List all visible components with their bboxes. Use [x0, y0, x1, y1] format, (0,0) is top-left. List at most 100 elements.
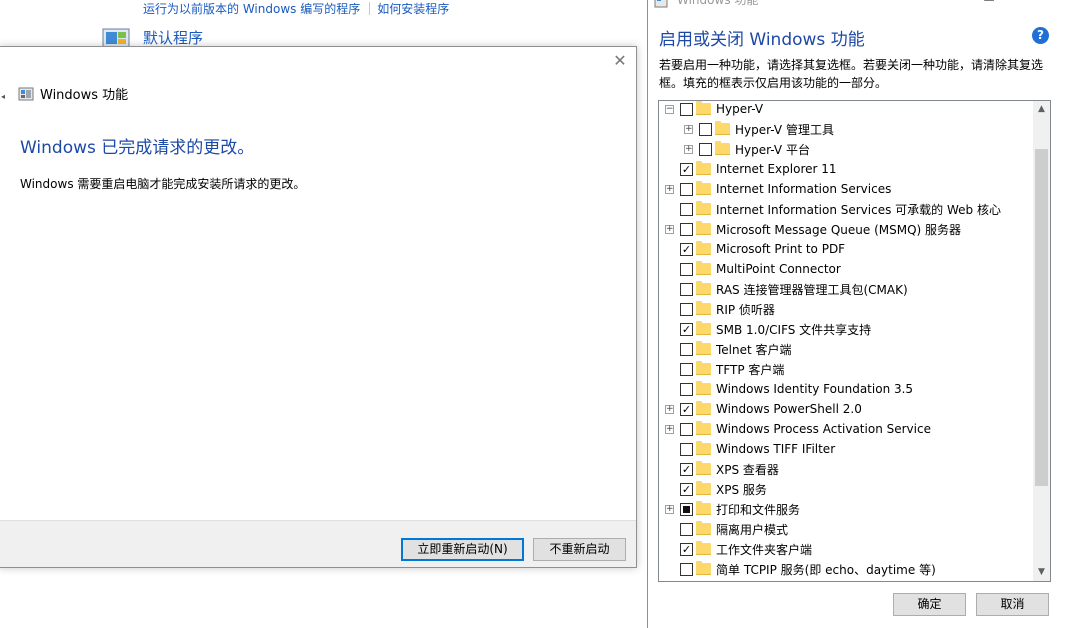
feature-checkbox[interactable] — [680, 302, 693, 316]
feature-checkbox[interactable] — [680, 102, 693, 116]
feature-checkbox[interactable] — [680, 442, 693, 456]
feature-row[interactable]: ✓ SMB 1.0/CIFS 文件共享支持 — [659, 319, 1040, 339]
window-titlebar[interactable]: Windows 功能 ☐ ✕ — [648, 0, 1065, 8]
link-run-legacy-programs[interactable]: 运行为以前版本的 Windows 编写的程序 — [143, 0, 360, 17]
feature-label[interactable]: Windows Identity Foundation 3.5 — [716, 382, 913, 396]
feature-row[interactable]: ✓ Internet Explorer 11 — [659, 159, 1040, 179]
feature-row[interactable]: RIP 侦听器 — [659, 299, 1040, 319]
feature-label[interactable]: Internet Information Services 可承载的 Web 核… — [716, 201, 1001, 218]
close-icon[interactable]: ✕ — [612, 53, 628, 69]
feature-label[interactable]: Telnet 客户端 — [716, 341, 792, 358]
restart-now-button[interactable]: 立即重新启动(N) — [401, 538, 524, 561]
expand-icon[interactable]: + — [665, 424, 674, 434]
maximize-icon[interactable]: ☐ — [974, 0, 1004, 8]
feature-label[interactable]: XPS 服务 — [716, 481, 767, 498]
close-icon[interactable]: ✕ — [1024, 0, 1054, 8]
feature-row[interactable]: − Hyper-V — [659, 101, 1040, 119]
cancel-button[interactable]: 取消 — [976, 593, 1049, 616]
feature-checkbox[interactable] — [680, 342, 693, 356]
feature-checkbox[interactable] — [680, 562, 693, 576]
feature-label[interactable]: 隔离用户模式 — [716, 521, 788, 538]
vertical-scrollbar[interactable]: ▲ ▼ — [1033, 101, 1050, 581]
feature-checkbox[interactable] — [680, 522, 693, 536]
feature-checkbox[interactable] — [680, 502, 693, 516]
feature-row[interactable]: ✓ XPS 查看器 — [659, 459, 1040, 479]
scroll-down-icon[interactable]: ▼ — [1033, 564, 1050, 581]
feature-row[interactable]: + Windows Process Activation Service — [659, 419, 1040, 439]
dont-restart-button[interactable]: 不重新启动 — [533, 538, 626, 561]
feature-label[interactable]: RAS 连接管理器管理工具包(CMAK) — [716, 281, 908, 298]
feature-label[interactable]: Microsoft Message Queue (MSMQ) 服务器 — [716, 221, 961, 238]
feature-label[interactable]: Hyper-V 平台 — [735, 141, 810, 158]
feature-checkbox[interactable] — [680, 282, 693, 296]
link-how-to-install[interactable]: 如何安装程序 — [377, 0, 449, 17]
expand-icon[interactable]: + — [665, 404, 674, 414]
feature-row[interactable]: ✓ XPS 服务 — [659, 479, 1040, 499]
feature-row[interactable]: ✓ 工作文件夹客户端 — [659, 539, 1040, 559]
feature-checkbox[interactable] — [680, 382, 693, 396]
feature-checkbox[interactable]: ✓ — [680, 402, 693, 416]
feature-label[interactable]: 打印和文件服务 — [716, 501, 800, 518]
feature-label[interactable]: Windows Process Activation Service — [716, 422, 931, 436]
feature-label[interactable]: Microsoft Print to PDF — [716, 242, 845, 256]
feature-label[interactable]: Hyper-V — [716, 102, 763, 116]
expand-icon[interactable]: + — [665, 184, 674, 194]
scroll-up-icon[interactable]: ▲ — [1033, 101, 1050, 118]
feature-row[interactable]: RAS 连接管理器管理工具包(CMAK) — [659, 279, 1040, 299]
feature-row[interactable]: + Microsoft Message Queue (MSMQ) 服务器 — [659, 219, 1040, 239]
feature-checkbox[interactable] — [680, 222, 693, 236]
feature-checkbox[interactable]: ✓ — [680, 482, 693, 496]
feature-label[interactable]: SMB 1.0/CIFS 文件共享支持 — [716, 321, 871, 338]
feature-label[interactable]: 工作文件夹客户端 — [716, 541, 812, 558]
feature-label[interactable]: Internet Information Services — [716, 182, 891, 196]
feature-checkbox[interactable] — [699, 122, 712, 136]
default-programs-entry[interactable]: 默认程序 — [102, 27, 203, 48]
feature-checkbox[interactable] — [680, 422, 693, 436]
expand-icon[interactable]: + — [665, 224, 674, 234]
feature-label[interactable]: Internet Explorer 11 — [716, 162, 837, 176]
folder-icon — [696, 481, 711, 495]
feature-row[interactable]: + Hyper-V 平台 — [659, 139, 1050, 159]
feature-label[interactable]: XPS 查看器 — [716, 461, 779, 478]
feature-label[interactable]: Windows TIFF IFilter — [716, 442, 835, 456]
feature-checkbox[interactable] — [680, 182, 693, 196]
feature-checkbox[interactable]: ✓ — [680, 542, 693, 556]
feature-row[interactable]: MultiPoint Connector — [659, 259, 1040, 279]
back-arrow-icon[interactable]: ◂ — [1, 92, 5, 101]
feature-row[interactable]: + Internet Information Services — [659, 179, 1040, 199]
feature-checkbox[interactable] — [699, 142, 712, 156]
feature-checkbox[interactable]: ✓ — [680, 242, 693, 256]
feature-checkbox[interactable]: ✓ — [680, 162, 693, 176]
help-icon[interactable]: ? — [1032, 27, 1049, 44]
feature-label[interactable]: RIP 侦听器 — [716, 301, 775, 318]
expand-icon[interactable]: + — [684, 144, 693, 154]
feature-label[interactable]: Windows PowerShell 2.0 — [716, 402, 862, 416]
feature-row[interactable]: ✓ Microsoft Print to PDF — [659, 239, 1040, 259]
feature-checkbox[interactable]: ✓ — [680, 462, 693, 476]
feature-row[interactable]: Internet Information Services 可承载的 Web 核… — [659, 199, 1040, 219]
feature-tree[interactable]: 简单 TCPIP 服务(即 echo、daytime 等) ✓ 工作文件夹客户端 隔离… — [658, 100, 1051, 582]
feature-label[interactable]: 简单 TCPIP 服务(即 echo、daytime 等) — [716, 561, 936, 578]
feature-checkbox[interactable] — [680, 362, 693, 376]
feature-checkbox[interactable] — [680, 262, 693, 276]
default-programs-title[interactable]: 默认程序 — [143, 27, 203, 48]
feature-row[interactable]: + 打印和文件服务 — [659, 499, 1040, 519]
feature-row[interactable]: TFTP 客户端 — [659, 359, 1040, 379]
collapse-icon[interactable]: − — [665, 104, 674, 114]
feature-row[interactable]: 简单 TCPIP 服务(即 echo、daytime 等) — [659, 559, 1040, 579]
scrollbar-thumb[interactable] — [1035, 149, 1048, 486]
feature-row[interactable]: 隔离用户模式 — [659, 519, 1040, 539]
feature-label[interactable]: Hyper-V 管理工具 — [735, 121, 834, 138]
ok-button[interactable]: 确定 — [893, 593, 966, 616]
feature-label[interactable]: MultiPoint Connector — [716, 262, 841, 276]
feature-checkbox[interactable]: ✓ — [680, 322, 693, 336]
feature-row[interactable]: Windows Identity Foundation 3.5 — [659, 379, 1040, 399]
expand-icon[interactable]: + — [684, 124, 693, 134]
feature-row[interactable]: + ✓ Windows PowerShell 2.0 — [659, 399, 1040, 419]
expand-icon[interactable]: + — [665, 504, 674, 514]
feature-row[interactable]: + Hyper-V 管理工具 — [659, 119, 1050, 139]
feature-row[interactable]: Windows TIFF IFilter — [659, 439, 1040, 459]
feature-row[interactable]: Telnet 客户端 — [659, 339, 1040, 359]
feature-label[interactable]: TFTP 客户端 — [716, 361, 784, 378]
feature-checkbox[interactable] — [680, 202, 693, 216]
